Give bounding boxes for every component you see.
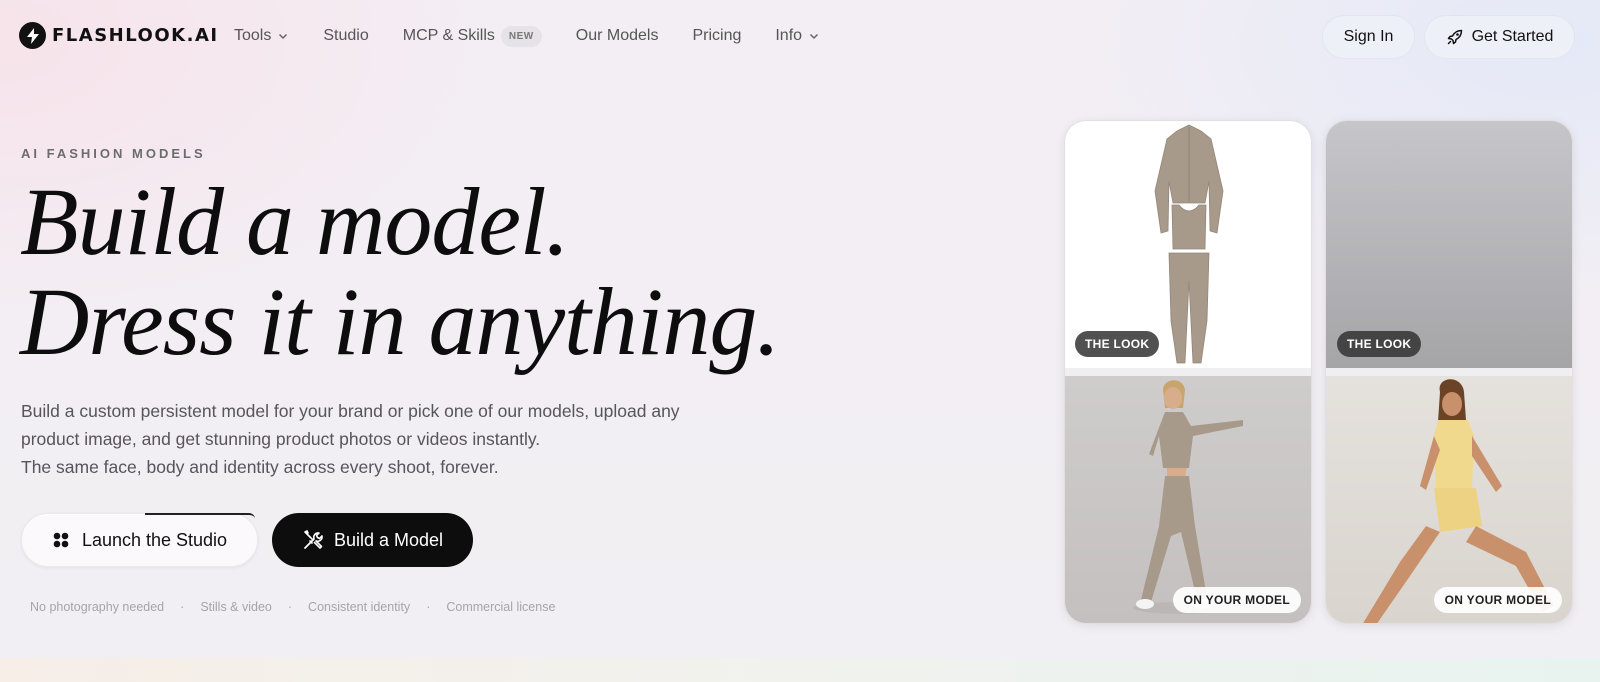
feature-item: No photography needed [30,600,165,614]
nav-our-models[interactable]: Our Models [576,25,659,47]
feature-separator: · [287,600,293,614]
headline-line-1: Build a model. [20,168,570,275]
model-photo: ON YOUR MODEL [1065,376,1311,623]
launch-studio-label: Launch the Studio [81,529,228,550]
brand-logo[interactable]: FLASHLOOK.AI [19,22,219,49]
hero-description-line-3: The same face, body and identity across … [21,457,499,477]
build-model-label: Build a Model [333,529,444,550]
chevron-down-icon [810,33,819,40]
on-your-model-tag: ON YOUR MODEL [1433,587,1562,613]
hero-headline: Build a model. Dress it in anything. [20,168,780,375]
feature-item: Consistent identity [308,600,411,614]
nav-our-models-label: Our Models [575,27,659,44]
nav-tools-label: Tools [234,27,272,44]
panel-divider [1065,368,1311,376]
headline-line-2: Dress it in anything. [20,268,780,375]
nav-studio[interactable]: Studio [323,25,368,47]
on-your-model-tag: ON YOUR MODEL [1172,587,1301,613]
hero-description: Build a custom persistent model for your… [21,397,741,481]
tools-icon [304,530,323,549]
feature-separator: · [426,600,431,614]
showcase-card-2: THE LOOK ON YOUR MODEL [1325,120,1573,624]
nav-pricing-label: Pricing [692,27,742,44]
sign-in-button[interactable]: Sign In [1322,15,1415,59]
nav-tools[interactable]: Tools [234,25,289,47]
nav-mcp-skills[interactable]: MCP & Skills NEW [403,25,542,47]
hero-eyebrow: AI FASHION MODELS [21,146,206,161]
showcase-card-1: THE LOOK ON YOUR MODEL [1064,120,1312,624]
new-badge: NEW [500,25,542,47]
lightning-bolt-icon [19,22,46,49]
hero-description-line-1: Build a custom persistent model for your… [21,401,680,421]
hero-description-line-2: product image, and get stunning product … [21,429,541,449]
nav-info[interactable]: Info [775,25,820,47]
bottom-strip [0,658,1600,682]
nav-studio-label: Studio [323,27,369,44]
build-model-button[interactable]: Build a Model [272,513,473,567]
nav-pricing[interactable]: Pricing [692,25,741,47]
panel-divider [1326,368,1572,376]
feature-item: Stills & video [200,600,272,614]
feature-list: No photography needed · Stills & video ·… [30,600,555,614]
nav-info-label: Info [775,27,803,44]
look-product-image: THE LOOK [1326,121,1572,368]
model-photo: ON YOUR MODEL [1326,376,1572,623]
chevron-down-icon [279,33,288,40]
launch-studio-button[interactable]: Launch the Studio [21,513,258,567]
the-look-tag: THE LOOK [1075,331,1160,357]
top-nav: FLASHLOOK.AI Tools Studio MCP & Skills N… [0,0,1600,72]
the-look-tag: THE LOOK [1337,331,1422,357]
nav-links: Tools Studio MCP & Skills NEW Our Models… [234,25,854,47]
rocket-icon [1447,29,1462,45]
sign-in-label: Sign In [1343,28,1394,45]
brand-name: FLASHLOOK.AI [52,25,219,46]
get-started-button[interactable]: Get Started [1424,15,1575,59]
nav-mcp-skills-label: MCP & Skills [402,27,495,44]
four-dots-icon [53,532,69,548]
feature-item: Commercial license [446,600,556,614]
look-product-image: THE LOOK [1065,121,1311,368]
get-started-label: Get Started [1471,28,1554,45]
feature-separator: · [180,600,185,614]
